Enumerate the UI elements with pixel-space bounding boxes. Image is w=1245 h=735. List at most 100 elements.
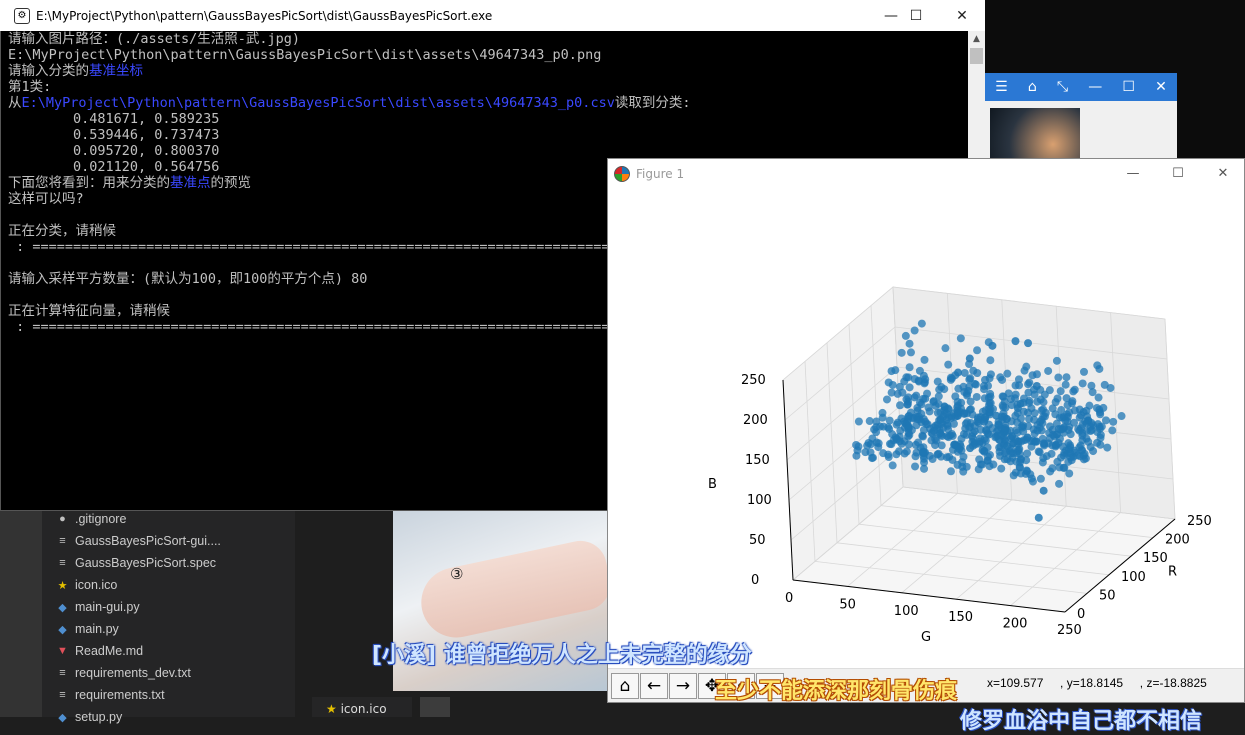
- scatter-point: [1075, 443, 1084, 452]
- scatter-point: [933, 450, 942, 459]
- forward-icon[interactable]: →: [669, 673, 697, 699]
- scatter-point: [1056, 425, 1065, 434]
- file-item[interactable]: ◆ main.py: [56, 618, 119, 640]
- scatter-point: [912, 421, 921, 430]
- menu-icon[interactable]: ☰: [995, 79, 1008, 95]
- shrink-icon[interactable]: ⤡: [1057, 79, 1068, 95]
- scatter-point: [975, 455, 984, 464]
- maximize-button[interactable]: ☐: [893, 0, 939, 31]
- scatter-point: [917, 409, 926, 418]
- scatter-point: [1032, 382, 1041, 390]
- scatter-point: [1040, 390, 1049, 399]
- scatter-point: [997, 464, 1006, 473]
- file-item-label: GaussBayesPicSort-gui....: [75, 534, 221, 548]
- file-item[interactable]: ▼ ReadMe.md: [56, 640, 143, 662]
- scatter-point: [1093, 361, 1102, 370]
- scroll-thumb[interactable]: [970, 48, 983, 64]
- console-text: : ======================================…: [8, 239, 618, 255]
- figure-minimize-button[interactable]: —: [1110, 159, 1156, 188]
- scatter-point: [1024, 422, 1033, 431]
- r-tick-label: 0: [1077, 607, 1085, 622]
- console-line: 请输入分类的基准坐标: [8, 63, 968, 79]
- scatter-point: [946, 467, 955, 476]
- figure-close-button[interactable]: ✕: [1200, 159, 1245, 188]
- scatter-point: [992, 411, 1001, 420]
- maximize-icon[interactable]: ☐: [1122, 79, 1135, 95]
- scatter-point: [1076, 424, 1085, 433]
- file-item[interactable]: ≡ GaussBayesPicSort.spec: [56, 552, 216, 574]
- scatter-point: [882, 395, 891, 404]
- file-item[interactable]: ≡ GaussBayesPicSort-gui....: [56, 530, 221, 552]
- editor-tab[interactable]: ★ icon.ico: [312, 697, 412, 717]
- console-text: 0.021120, 0.564756: [8, 159, 220, 175]
- scatter-point: [1023, 449, 1032, 458]
- close-icon[interactable]: ✕: [1155, 79, 1167, 95]
- r-tick-label: 200: [1165, 533, 1190, 548]
- figure-maximize-button[interactable]: ☐: [1155, 159, 1201, 188]
- scatter-point: [1108, 426, 1117, 435]
- scatter-point: [1006, 395, 1015, 404]
- mini-window-titlebar[interactable]: ☰ ⌂ ⤡ — ☐ ✕: [985, 73, 1177, 101]
- home-icon[interactable]: ⌂: [611, 673, 639, 699]
- scatter-point: [1088, 388, 1097, 397]
- circled-number: ③: [450, 565, 464, 583]
- scatter-point: [1016, 469, 1025, 478]
- console-text: 0.481671, 0.589235: [8, 111, 220, 127]
- file-item[interactable]: ≡ requirements.txt: [56, 684, 165, 706]
- scatter-point: [937, 419, 946, 428]
- scatter-point: [1056, 387, 1065, 396]
- r-tick-label: 250: [1187, 514, 1212, 529]
- scatter-point: [1078, 379, 1087, 388]
- back-icon[interactable]: ←: [640, 673, 668, 699]
- pin-icon[interactable]: ⌂: [1028, 79, 1037, 95]
- python-exe-icon: ⚙: [14, 7, 30, 24]
- scatter-point: [953, 397, 962, 406]
- scatter-3d-plot[interactable]: 0 50 100 150 200 2500501001502002500501001502…: [608, 188, 1244, 668]
- file-item-label: requirements_dev.txt: [75, 666, 191, 680]
- scatter-point: [1024, 339, 1033, 348]
- scatter-point: [1016, 399, 1025, 408]
- editor-tab-empty[interactable]: [420, 697, 450, 717]
- scatter-point: [1039, 405, 1048, 414]
- scatter-point: [852, 451, 861, 460]
- console-titlebar[interactable]: ⚙ E:\MyProject\Python\pattern\GaussBayes…: [0, 0, 985, 31]
- scroll-up-icon[interactable]: ▲: [968, 31, 985, 47]
- scatter-point: [912, 391, 921, 400]
- console-line: 从E:\MyProject\Python\pattern\GaussBayesP…: [8, 95, 968, 111]
- console-line: 0.539446, 0.737473: [8, 127, 968, 143]
- console-line: 请输入图片路径：(./assets/生活照-武.jpg): [8, 31, 968, 47]
- file-item-label: setup.py: [75, 710, 123, 724]
- file-item-label: requirements.txt: [75, 688, 165, 702]
- console-text: E:\MyProject\Python\pattern\GaussBayesPi…: [8, 47, 602, 63]
- file-item-label: main.py: [75, 622, 119, 636]
- close-button[interactable]: ✕: [939, 0, 985, 31]
- file-item[interactable]: ● .gitignore: [56, 508, 126, 530]
- file-item[interactable]: ◆ setup.py: [56, 706, 122, 728]
- scatter-point: [1065, 408, 1074, 417]
- scatter-point: [923, 389, 932, 398]
- scatter-point: [966, 444, 975, 453]
- scatter-point: [1030, 415, 1039, 424]
- b-tick-label: 250: [741, 373, 766, 388]
- b-tick-label: 100: [747, 493, 772, 508]
- scatter-point: [905, 339, 914, 348]
- scatter-point: [979, 381, 988, 390]
- scatter-point: [1103, 443, 1112, 452]
- scatter-point: [1060, 448, 1069, 457]
- b-axis-label: B: [708, 477, 717, 492]
- file-item[interactable]: ◆ main-gui.py: [56, 596, 139, 618]
- file-item[interactable]: ≡ requirements_dev.txt: [56, 662, 191, 684]
- scatter-point: [923, 420, 932, 429]
- b-tick-label: 150: [745, 453, 770, 468]
- scatter-point: [888, 461, 897, 470]
- scatter-point: [1092, 404, 1101, 413]
- scatter-point: [1094, 393, 1103, 402]
- scatter-point: [868, 454, 877, 463]
- file-item[interactable]: ★ icon.ico: [56, 574, 118, 596]
- scatter-point: [915, 398, 924, 407]
- console-title: E:\MyProject\Python\pattern\GaussBayesPi…: [36, 8, 493, 23]
- scatter-point: [902, 373, 911, 382]
- minimize-icon[interactable]: —: [1088, 79, 1102, 95]
- scatter-point: [1070, 418, 1079, 427]
